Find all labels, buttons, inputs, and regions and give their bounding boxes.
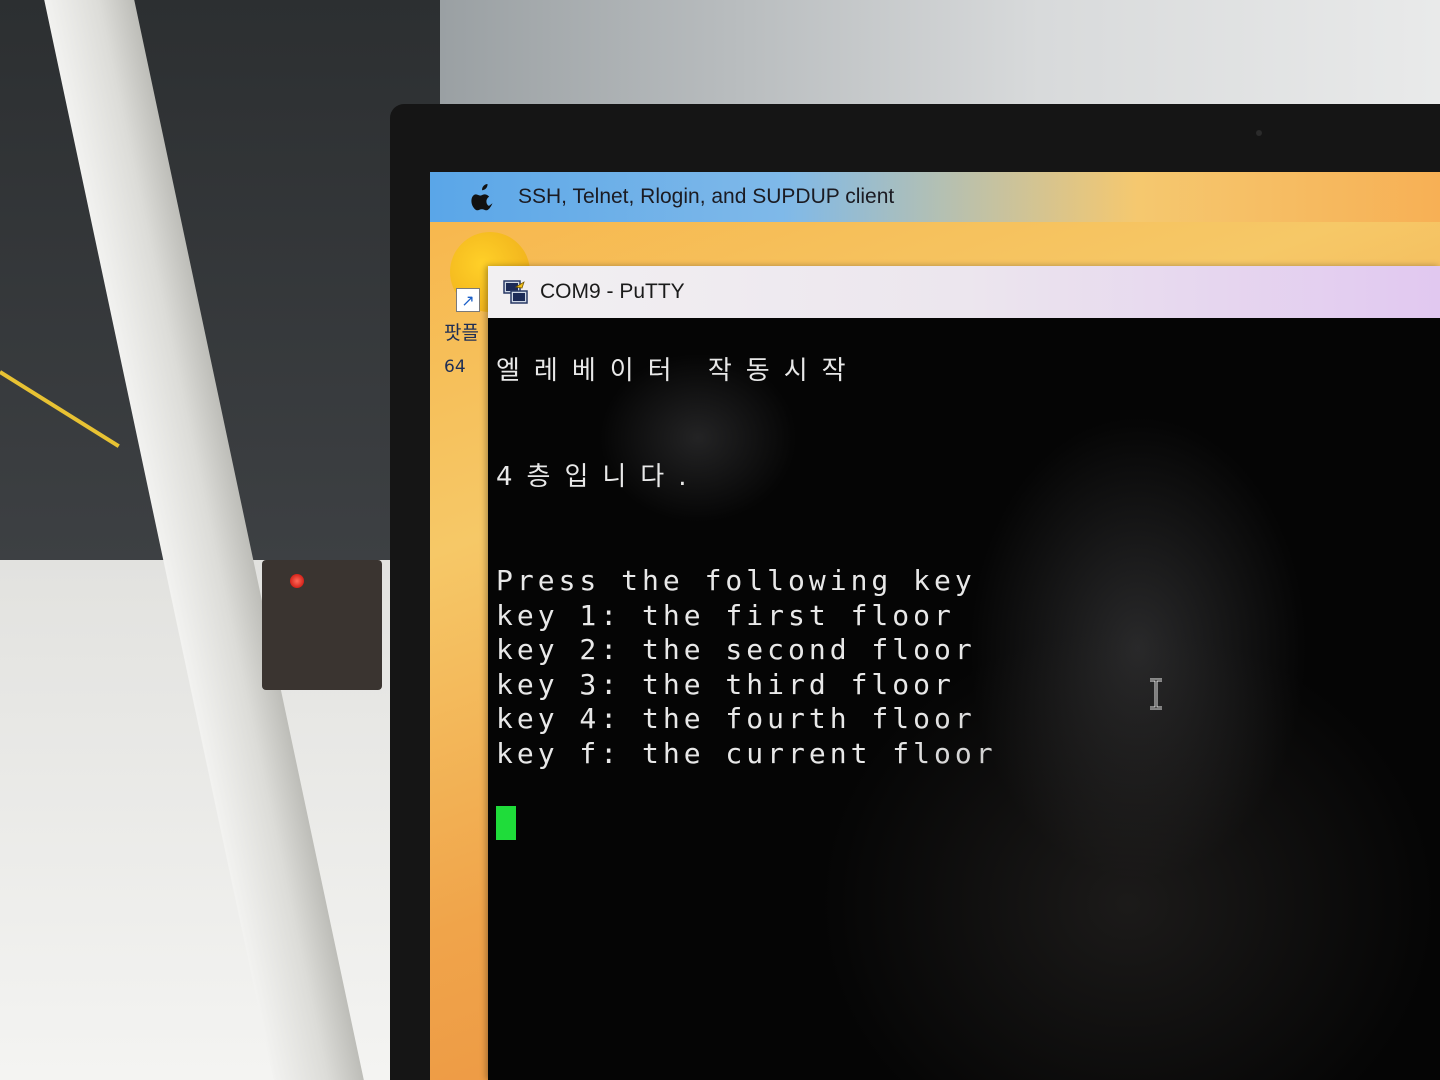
terminal-line-7: key 4: the fourth floor xyxy=(496,702,976,735)
terminal-line-8: key f: the current floor xyxy=(496,737,997,770)
photo-scene: SSH, Telnet, Rlogin, and SUPDUP client ↗… xyxy=(0,0,1440,1080)
terminal-area[interactable]: 엘레베이터 작동시작 4층입니다. Press the following ke… xyxy=(488,318,1440,1080)
background-window xyxy=(440,0,1440,110)
shortcut-arrow-icon: ↗ xyxy=(456,288,480,312)
desktop-icon-label[interactable]: 팟플 64 xyxy=(444,316,492,384)
desktop-icon-label-line1: 팟플 xyxy=(444,322,479,344)
webcam xyxy=(1256,130,1262,136)
putty-icon[interactable] xyxy=(502,278,530,306)
ibeam-cursor-icon xyxy=(1146,678,1166,710)
desktop-icon-label-line2: 64 xyxy=(444,357,466,377)
terminal-line-5: key 2: the second floor xyxy=(496,633,976,666)
window-titlebar[interactable]: COM9 - PuTTY xyxy=(488,266,1440,318)
menu-bar: SSH, Telnet, Rlogin, and SUPDUP client xyxy=(430,172,1440,222)
terminal-line-6: key 3: the third floor xyxy=(496,668,955,701)
terminal-cursor xyxy=(496,806,516,840)
window-title: COM9 - PuTTY xyxy=(540,280,685,303)
terminal-line-4: key 1: the first floor xyxy=(496,599,955,632)
app-menu-title[interactable]: SSH, Telnet, Rlogin, and SUPDUP client xyxy=(518,185,894,209)
terminal-line-1: 엘레베이터 작동시작 xyxy=(496,356,860,386)
terminal-line-2: 4층입니다. xyxy=(496,462,701,492)
red-led xyxy=(290,574,304,588)
laptop-screen: SSH, Telnet, Rlogin, and SUPDUP client ↗… xyxy=(430,172,1440,1080)
putty-window[interactable]: COM9 - PuTTY 엘레베이터 작동시작 4층입니다. Press the… xyxy=(488,266,1440,1080)
apple-icon[interactable] xyxy=(470,182,496,212)
circuit-board xyxy=(262,560,382,690)
terminal-line-3: Press the following key xyxy=(496,564,976,597)
